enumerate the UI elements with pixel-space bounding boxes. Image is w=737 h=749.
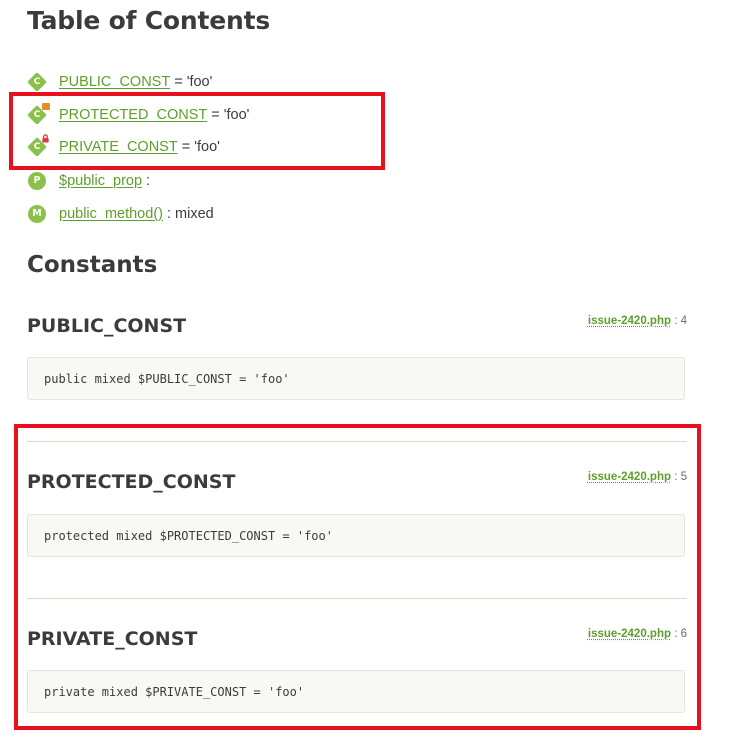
toc-link-protected-const[interactable]: PROTECTED_CONST	[59, 107, 207, 123]
toc-value: :	[146, 173, 151, 189]
toc-link-private-const[interactable]: PRIVATE_CONST	[59, 139, 178, 155]
constant-icon: C	[27, 72, 47, 92]
toc-item-public-const: C PUBLIC_CONST = 'foo'	[27, 71, 212, 93]
file-link[interactable]: issue-2420.php	[588, 628, 671, 640]
toc-value: = 'foo'	[211, 107, 250, 123]
toc-item-public-prop: P $public_prop :	[27, 170, 150, 192]
file-reference: issue-2420.php : 4	[588, 315, 687, 327]
toc-item-private-const: C PRIVATE_CONST = 'foo'	[27, 134, 220, 158]
line-number: : 5	[674, 471, 687, 483]
line-number: : 6	[674, 628, 687, 640]
section-divider	[27, 441, 687, 442]
toc-item-public-method: M public_method() : mixed	[27, 203, 214, 225]
code-signature-protected-const: protected mixed $PROTECTED_CONST = 'foo'	[27, 514, 685, 557]
member-title-protected-const: PROTECTED_CONST	[27, 471, 236, 493]
toc-value: = 'foo'	[181, 139, 220, 155]
method-icon: M	[27, 204, 47, 224]
toc-title: Table of Contents	[27, 6, 271, 35]
file-link[interactable]: issue-2420.php	[588, 471, 671, 483]
line-number: : 4	[674, 315, 687, 327]
code-signature-private-const: private mixed $PRIVATE_CONST = 'foo'	[27, 670, 685, 713]
toc-link-public-prop[interactable]: $public_prop	[59, 173, 142, 189]
protected-constant-icon: C	[27, 103, 50, 125]
toc-link-public-const[interactable]: PUBLIC_CONST	[59, 74, 170, 90]
file-link[interactable]: issue-2420.php	[588, 315, 671, 327]
section-divider	[27, 598, 687, 599]
toc-item-protected-const: C PROTECTED_CONST = 'foo'	[27, 103, 250, 126]
protected-tag-icon	[42, 103, 50, 110]
code-signature-public-const: public mixed $PUBLIC_CONST = 'foo'	[27, 357, 685, 400]
member-title-private-const: PRIVATE_CONST	[27, 628, 198, 650]
file-reference: issue-2420.php : 6	[588, 628, 687, 640]
toc-value: = 'foo'	[174, 74, 213, 90]
toc-value: : mixed	[166, 206, 214, 222]
member-title-public-const: PUBLIC_CONST	[27, 315, 187, 337]
file-reference: issue-2420.php : 5	[588, 471, 687, 483]
private-constant-icon: C	[27, 134, 49, 157]
constants-heading: Constants	[27, 252, 158, 278]
toc-link-public-method[interactable]: public_method()	[59, 206, 163, 222]
property-icon: P	[27, 171, 47, 191]
lock-icon	[42, 134, 49, 143]
